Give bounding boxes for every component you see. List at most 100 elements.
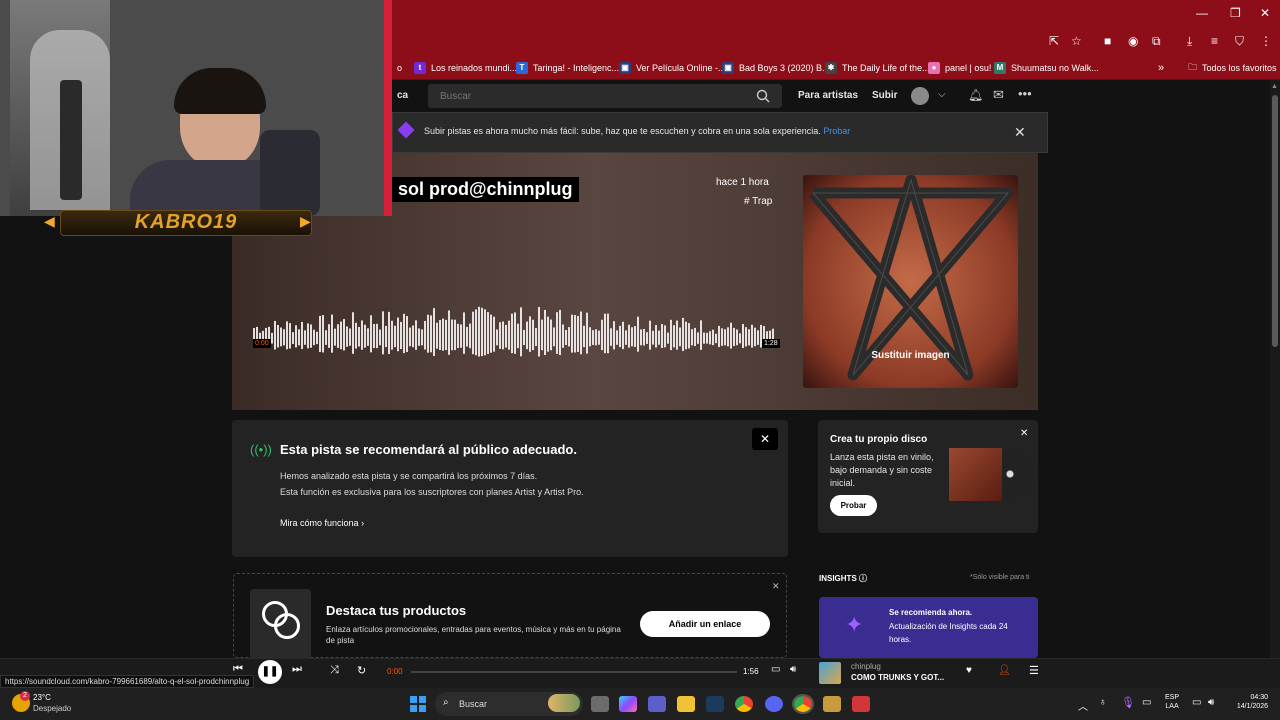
waveform-bar[interactable] — [724, 329, 726, 346]
waveform-bar[interactable] — [316, 331, 318, 345]
queue-icon[interactable]: ☰ — [1029, 664, 1039, 677]
waveform-bar[interactable] — [562, 324, 564, 348]
progress-bar[interactable] — [411, 671, 737, 673]
waveform-bar[interactable] — [493, 316, 495, 352]
waveform-bar[interactable] — [745, 327, 747, 347]
waveform-bar[interactable] — [757, 330, 759, 345]
waveform-bar[interactable] — [487, 312, 489, 354]
waveform-bar[interactable] — [514, 312, 516, 354]
waveform-bar[interactable] — [673, 325, 675, 348]
for-artists-link[interactable]: Para artistas — [798, 90, 858, 101]
waveform-bar[interactable] — [742, 323, 744, 349]
waveform-bar[interactable] — [352, 312, 354, 354]
waveform-bar[interactable] — [628, 324, 630, 348]
next-track-icon[interactable]: ⏭ — [292, 663, 302, 676]
waveform-bar[interactable] — [424, 320, 426, 350]
scroll-up-icon[interactable]: ▲ — [1271, 83, 1278, 90]
extensions-puzzle-icon[interactable]: ⧉ — [1152, 34, 1161, 49]
waveform-bar[interactable] — [604, 313, 606, 354]
waveform-bar[interactable] — [583, 325, 585, 348]
bookmark-item[interactable]: M Shuumatsu no Walk... — [994, 60, 1099, 76]
waveform-bar[interactable] — [670, 319, 672, 351]
waveform-bar[interactable] — [517, 323, 519, 349]
waveform-bar[interactable] — [364, 324, 366, 348]
waveform-bar[interactable] — [373, 323, 375, 349]
like-heart-icon[interactable]: ♥ — [966, 665, 972, 676]
waveform-bar[interactable] — [547, 316, 549, 352]
extension-icon[interactable]: ■ — [1104, 34, 1111, 48]
waveform-bar[interactable] — [649, 320, 651, 350]
waveform-bar[interactable] — [304, 330, 306, 345]
clock[interactable]: 04:30 14/1/2026 — [1228, 694, 1268, 710]
waveform-bar[interactable] — [412, 325, 414, 348]
bookmark-item[interactable]: ▣ Bad Boys 3 (2020) B... — [722, 60, 830, 76]
waveform-bar[interactable] — [328, 324, 330, 348]
waveform-bar[interactable] — [466, 326, 468, 347]
messages-icon[interactable]: ✉ — [993, 87, 1004, 103]
waveform-bar[interactable] — [415, 320, 417, 350]
waveform-bar[interactable] — [442, 318, 444, 351]
waveform-bar[interactable] — [679, 327, 681, 347]
waveform-bar[interactable] — [676, 320, 678, 350]
waveform-bar[interactable] — [433, 308, 435, 356]
waveform-bar[interactable] — [733, 327, 735, 347]
waveform-bar[interactable] — [322, 315, 324, 353]
waveform-bar[interactable] — [634, 326, 636, 347]
waveform-bar[interactable] — [688, 323, 690, 349]
nav-home-partial[interactable]: ca — [397, 90, 408, 101]
waveform-bar[interactable] — [538, 306, 540, 357]
search-icon[interactable] — [756, 89, 770, 103]
waveform-bar[interactable] — [667, 332, 669, 344]
bookmarks-overflow-icon[interactable]: » — [1158, 60, 1164, 76]
all-favorites-folder[interactable]: 🗀 Todos los favoritos — [1188, 60, 1277, 76]
waveform-bar[interactable] — [361, 320, 363, 350]
waveform-bar[interactable] — [643, 328, 645, 346]
waveform-bar[interactable] — [598, 330, 600, 345]
waveform-bar[interactable] — [577, 316, 579, 352]
waveform-bar[interactable] — [511, 313, 513, 354]
waveform-bar[interactable] — [394, 325, 396, 348]
chrome-active-icon[interactable] — [792, 694, 814, 714]
minimize-icon[interactable]: — — [1196, 6, 1208, 20]
waveform-bar[interactable] — [271, 332, 273, 344]
waveform-bar[interactable] — [622, 321, 624, 350]
waveform-bar[interactable] — [289, 323, 291, 349]
waveform-bar[interactable] — [601, 319, 603, 351]
waveform-bar[interactable] — [619, 325, 621, 348]
discord-icon[interactable] — [765, 696, 783, 712]
waveform-bar[interactable] — [640, 329, 642, 346]
riot-client-icon[interactable] — [852, 696, 870, 712]
waveform-bar[interactable] — [697, 332, 699, 344]
avatar[interactable] — [911, 87, 929, 105]
waveform-bar[interactable] — [427, 314, 429, 353]
weather-desc[interactable]: Despejado — [33, 704, 71, 713]
waveform-bar[interactable] — [610, 328, 612, 346]
waveform-bar[interactable] — [298, 329, 300, 346]
waveform-bar[interactable] — [574, 315, 576, 353]
waveform-bar[interactable] — [448, 310, 450, 355]
cast-icon[interactable]: ▭ — [771, 664, 780, 675]
scrollbar-thumb[interactable] — [1272, 95, 1278, 347]
waveform-bar[interactable] — [283, 329, 285, 346]
waveform-bar[interactable] — [754, 327, 756, 347]
waveform-bar[interactable] — [652, 330, 654, 345]
how-it-works-link[interactable]: Mira cómo funciona › — [280, 518, 364, 528]
waveform-bar[interactable] — [718, 325, 720, 348]
waveform-bar[interactable] — [376, 323, 378, 349]
waveform-bar[interactable] — [484, 309, 486, 356]
waveform-bar[interactable] — [349, 328, 351, 346]
waveform-bar[interactable] — [607, 313, 609, 354]
windows-start-icon[interactable] — [410, 696, 426, 712]
shuffle-icon[interactable]: ⤨ — [330, 664, 339, 677]
waveform-bar[interactable] — [580, 311, 582, 355]
waveform-bar[interactable] — [520, 307, 522, 357]
waveform-bar[interactable] — [292, 332, 294, 344]
waveform-bar[interactable] — [550, 319, 552, 351]
waveform-bar[interactable] — [439, 320, 441, 350]
waveform-bar[interactable] — [655, 325, 657, 348]
teams-icon[interactable] — [648, 696, 666, 712]
waveform-bar[interactable] — [463, 312, 465, 354]
upload-link[interactable]: Subir — [872, 90, 898, 101]
search-input[interactable] — [428, 84, 782, 108]
waveform-bar[interactable] — [436, 322, 438, 349]
